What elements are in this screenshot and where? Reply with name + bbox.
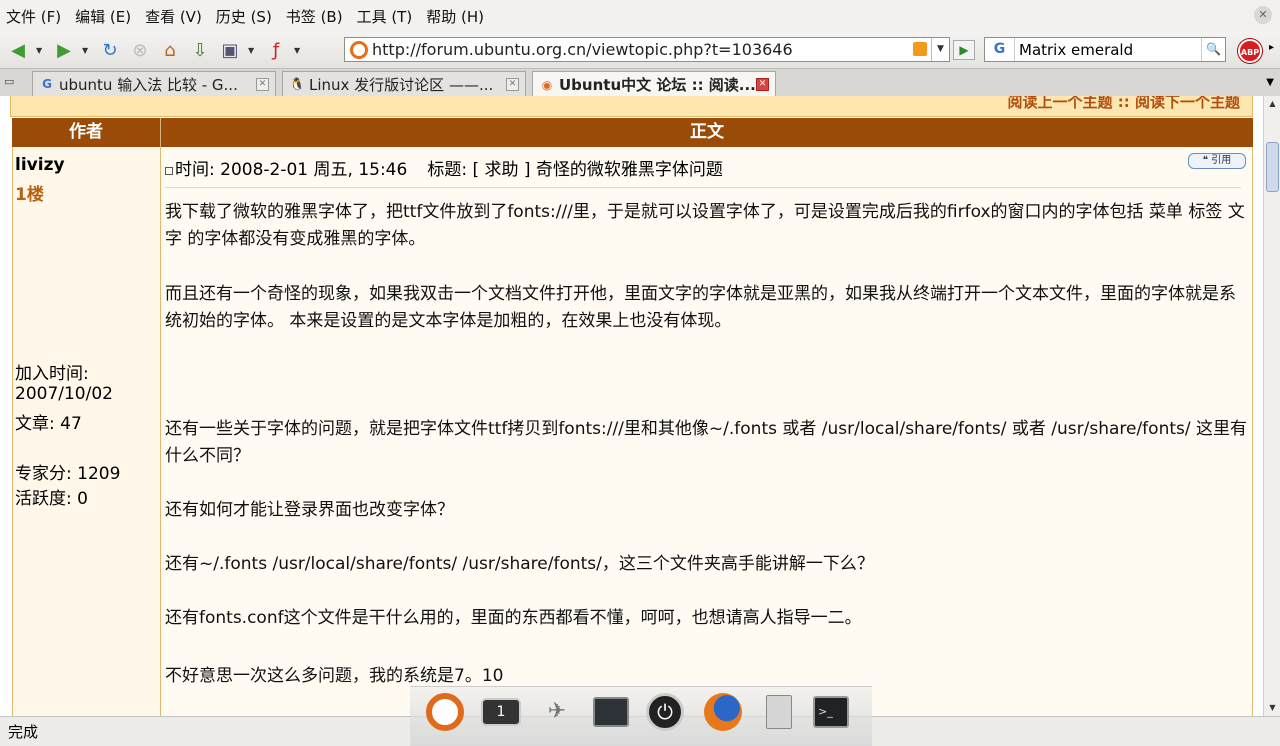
tab-label: Ubuntu中文 论坛 :: 阅读... [559, 76, 756, 94]
column-author-header: 作者 [12, 118, 161, 147]
author-expert-score: 专家分: 1209 [15, 464, 121, 484]
site-favicon-icon [350, 40, 368, 59]
author-name[interactable]: livizy [15, 155, 65, 175]
scroll-up-icon[interactable]: ▲ [1265, 96, 1280, 112]
post-paragraph: 我下载了微软的雅黑字体了，把ttf文件放到了fonts:///里，于是就可以设置… [165, 202, 1245, 249]
post-table-header: 作者 正文 [12, 118, 1253, 147]
post-icon [165, 167, 173, 175]
tab-ubuntu-forum[interactable]: ◉ Ubuntu中文 论坛 :: 阅读... ✕ [532, 71, 776, 97]
post-paragraph: 还有如何才能让登录界面也改变字体？ [165, 500, 454, 520]
power-icon[interactable]: ⏻ [644, 691, 686, 733]
menu-view[interactable]: 查看 (V) [145, 6, 202, 27]
page-content: 阅读上一个主题 :: 阅读下一个主题 作者 正文 livizy 1楼 加入时间:… [0, 96, 1263, 716]
navigation-toolbar: ◀ ▼ ▶ ▼ ↻ ⊗ ⌂ ⇩ ▣ ▼ ƒ ▼ http://forum.ubu… [0, 32, 1280, 68]
back-dropdown-icon[interactable]: ▼ [36, 46, 46, 55]
search-bar[interactable]: G Matrix emerald 🔍 [984, 37, 1226, 62]
forward-icon[interactable]: ▶ [52, 38, 76, 62]
rss-icon[interactable] [913, 42, 927, 56]
tab-ubuntu-ime[interactable]: G ubuntu 输入法 比较 - G... ✕ [32, 71, 276, 96]
tab-label: ubuntu 输入法 比较 - G... [59, 75, 238, 94]
ubuntu-icon[interactable] [424, 691, 466, 733]
forward-dropdown-icon[interactable]: ▼ [82, 46, 92, 55]
post-title: 标题: [ 求助 ] 奇怪的微软雅黑字体问题 [427, 160, 723, 180]
tab-list-icon[interactable]: ▼ [1266, 77, 1274, 88]
back-icon[interactable]: ◀ [6, 38, 30, 62]
post-header: 时间: 2008-2-01 周五, 15:46 标题: [ 求助 ] 奇怪的微软雅… [165, 155, 723, 180]
new-tab-icon[interactable]: ▭ [4, 75, 22, 91]
post-paragraph: 还有~/.fonts /usr/local/share/fonts/ /usr/… [165, 554, 874, 574]
tab-linux-distro[interactable]: 🐧 Linux 发行版讨论区 ——... ✕ [282, 71, 526, 96]
menu-tools[interactable]: 工具 (T) [357, 6, 413, 27]
screenshot-dropdown-icon[interactable]: ▼ [248, 46, 258, 55]
post-paragraph: 还有fonts.conf这个文件是干什么用的，里面的东西都看不懂，呵呵，也想请高… [165, 608, 862, 628]
ubuntu-favicon-icon: ◉ [541, 77, 553, 92]
workspace-icon[interactable]: 1 [480, 691, 522, 733]
tab-bar: ▭ G ubuntu 输入法 比较 - G... ✕ 🐧 Linux 发行版讨论… [0, 68, 1280, 97]
author-joined-label: 加入时间: [15, 364, 89, 384]
adblock-icon[interactable]: ABP [1238, 39, 1262, 63]
menu-file[interactable]: 文件 (F) [6, 6, 61, 27]
quote-label: 引用 [1211, 155, 1232, 166]
scroll-thumb[interactable] [1266, 142, 1279, 192]
author-posts: 文章: 47 [15, 414, 82, 434]
downloads-icon[interactable]: ⇩ [188, 38, 212, 62]
toolbar-overflow-icon[interactable]: ▸ [1269, 42, 1274, 53]
post-paragraph: 而且还有一个奇怪的现象，如果我双击一个文档文件打开他，里面文字的字体就是亚黑的，… [165, 284, 1236, 331]
search-input[interactable]: Matrix emerald [1015, 41, 1201, 59]
menu-bookmarks[interactable]: 书签 (B) [286, 6, 343, 27]
post-time: 时间: 2008-2-01 周五, 15:46 [175, 160, 408, 180]
search-icon[interactable]: 🔍 [1201, 38, 1225, 61]
app-dock: 1 ✈ ⏻ >_ [410, 686, 872, 746]
file-cabinet-icon[interactable] [758, 691, 800, 733]
post-divider [165, 187, 1241, 188]
tab-close-icon[interactable]: ✕ [756, 78, 769, 91]
post-floor: 1楼 [15, 185, 44, 205]
status-text: 完成 [8, 723, 39, 741]
search-engine-icon[interactable]: G [985, 38, 1015, 61]
topic-nav-strip: 阅读上一个主题 :: 阅读下一个主题 [10, 96, 1253, 117]
menu-bar: 文件 (F) 编辑 (E) 查看 (V) 历史 (S) 书签 (B) 工具 (T… [0, 0, 1280, 32]
google-favicon-icon: G [42, 77, 52, 91]
vertical-scrollbar[interactable]: ▲ ▼ [1263, 96, 1280, 716]
menu-help[interactable]: 帮助 (H) [426, 6, 484, 27]
tab-label: Linux 发行版讨论区 ——... [309, 75, 494, 94]
go-icon[interactable]: ▶ [953, 40, 975, 60]
acrobat-icon[interactable]: ƒ [264, 38, 288, 62]
post-body: 时间: 2008-2-01 周五, 15:46 标题: [ 求助 ] 奇怪的微软雅… [161, 147, 1253, 716]
scroll-down-icon[interactable]: ▼ [1265, 700, 1280, 716]
terminal-icon[interactable] [590, 691, 632, 733]
post-paragraph: 还有一些关于字体的问题，就是把字体文件ttf拷贝到fonts:///里和其他像~… [165, 419, 1247, 466]
column-body-header: 正文 [690, 122, 724, 142]
tab-close-icon[interactable]: ✕ [506, 78, 519, 91]
firefox-icon[interactable] [702, 691, 744, 733]
menu-history[interactable]: 历史 (S) [216, 6, 272, 27]
author-panel: livizy 1楼 加入时间: 2007/10/02 文章: 47 专家分: 1… [12, 147, 161, 716]
screenshot-icon[interactable]: ▣ [218, 38, 242, 62]
url-dropdown-icon[interactable]: ▼ [931, 38, 949, 61]
author-activity: 活跃度: 0 [15, 489, 88, 509]
tux-favicon-icon: 🐧 [289, 77, 305, 91]
window-close-icon[interactable]: ✕ [1254, 6, 1272, 24]
home-icon[interactable]: ⌂ [158, 38, 182, 62]
menu-edit[interactable]: 编辑 (E) [75, 6, 131, 27]
url-text[interactable]: http://forum.ubuntu.org.cn/viewtopic.php… [372, 40, 793, 59]
quote-button[interactable]: ❝ 引用 [1188, 153, 1246, 169]
tab-close-icon[interactable]: ✕ [256, 78, 269, 91]
terminal2-icon[interactable]: >_ [810, 691, 852, 733]
quote-icon: ❝ [1202, 155, 1209, 166]
reload-icon[interactable]: ↻ [98, 38, 122, 62]
acrobat-dropdown-icon[interactable]: ▼ [294, 46, 304, 55]
network-icon[interactable]: ✈ [536, 691, 578, 733]
topic-nav-links[interactable]: 阅读上一个主题 :: 阅读下一个主题 [1008, 96, 1240, 112]
author-joined-date: 2007/10/02 [15, 384, 113, 404]
stop-icon[interactable]: ⊗ [128, 38, 152, 62]
url-bar[interactable]: http://forum.ubuntu.org.cn/viewtopic.php… [344, 37, 950, 62]
